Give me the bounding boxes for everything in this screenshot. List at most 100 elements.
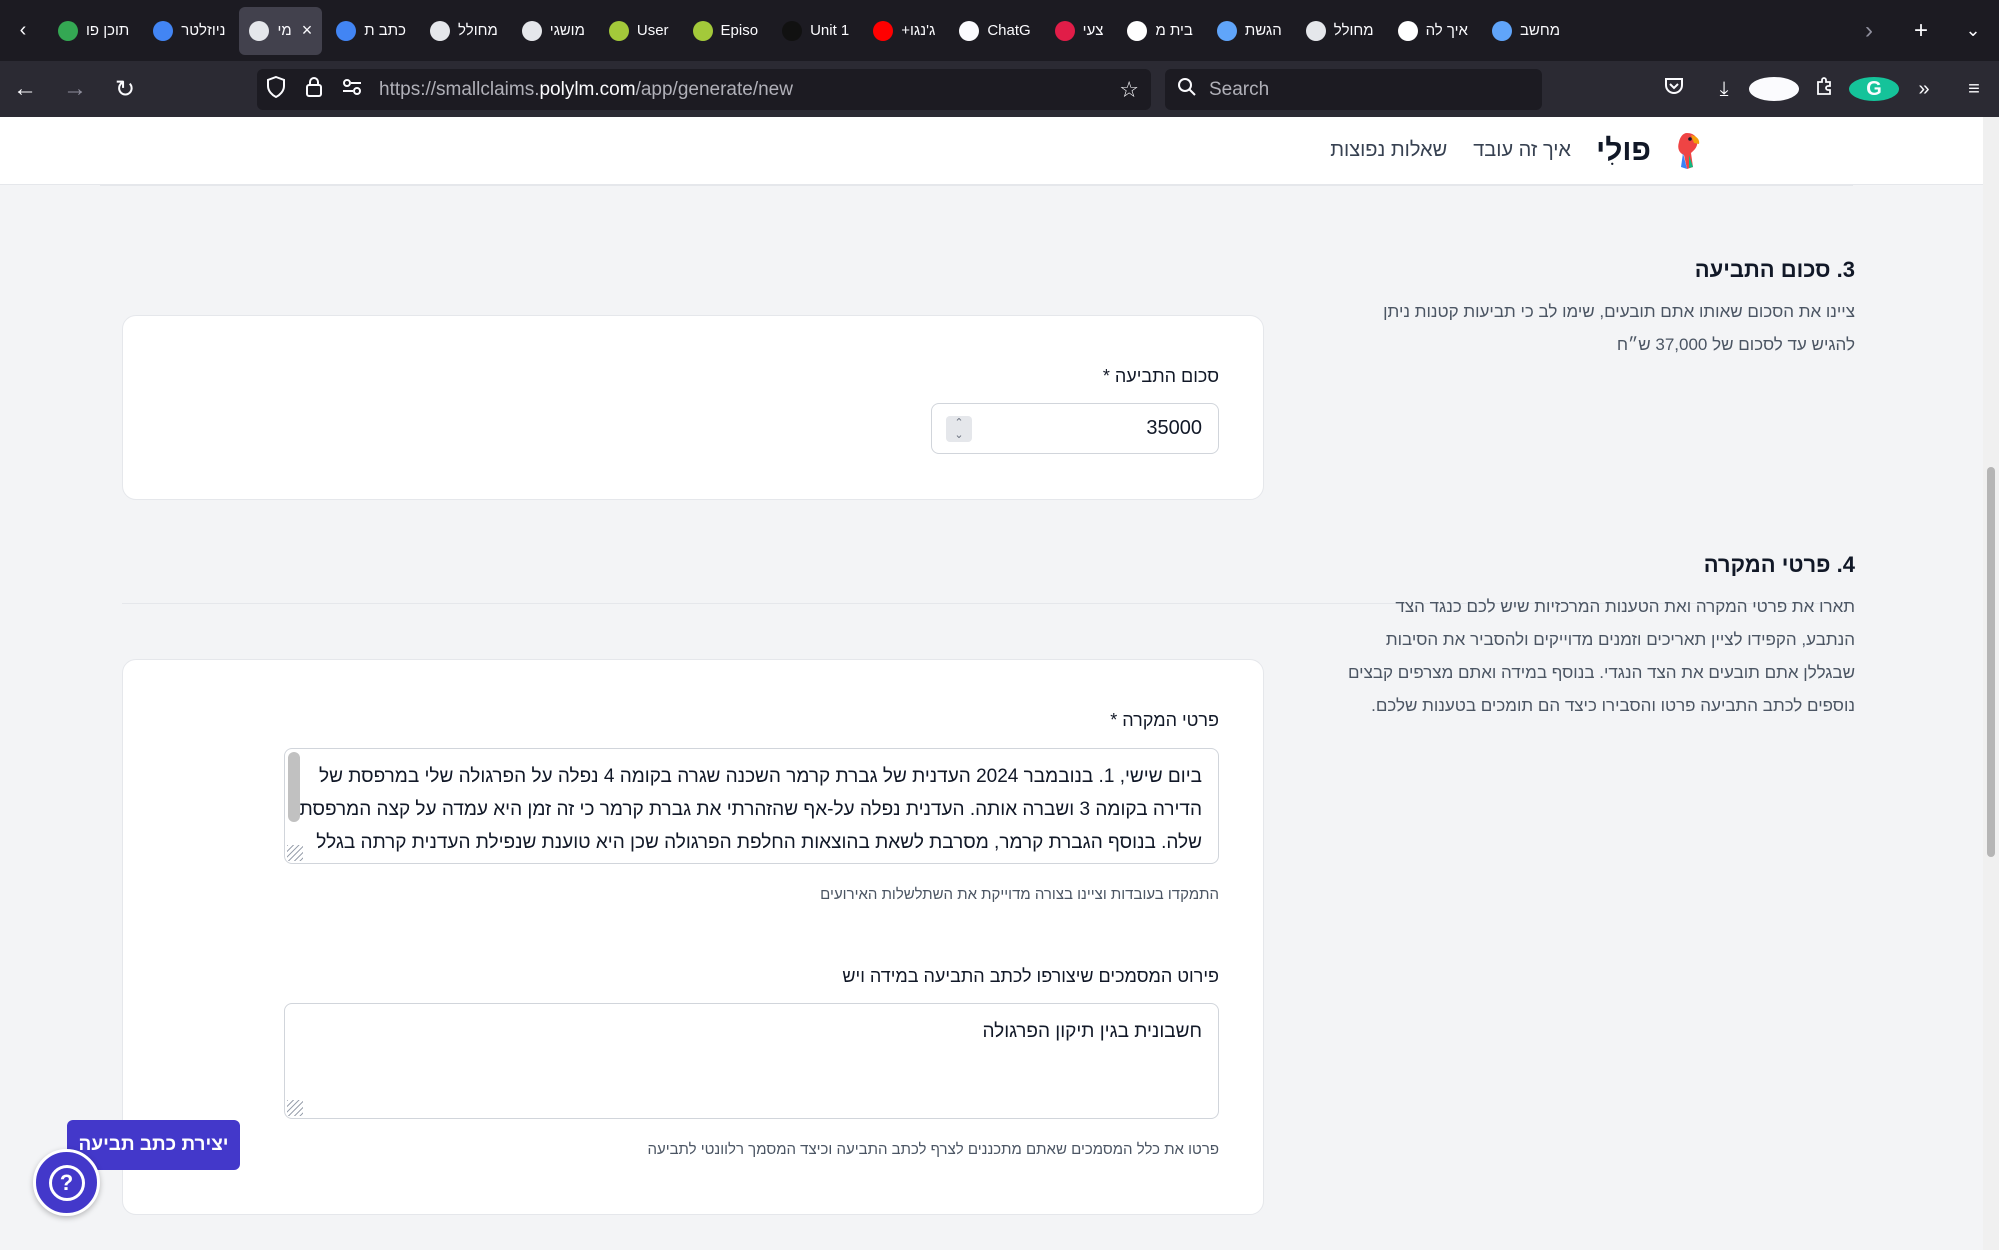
amount-input[interactable]: 35000 ⌃ ⌄: [931, 403, 1219, 454]
browser-tab[interactable]: בית מ: [1117, 7, 1202, 55]
cog-icon: [1491, 20, 1512, 41]
tab-title: ChatG: [987, 22, 1031, 39]
docs-icon: [336, 20, 357, 41]
account-avatar[interactable]: R: [1749, 77, 1799, 101]
browser-tab[interactable]: צעי: [1045, 7, 1114, 55]
documents-hint: פרטו את כלל המסמכים שאתם מתכננים לצרף לכ…: [647, 1141, 1219, 1158]
youtube-icon: [873, 20, 894, 41]
browser-tab[interactable]: כתב ת: [326, 7, 416, 55]
lock-icon[interactable]: [295, 76, 333, 103]
google-icon: [1397, 20, 1418, 41]
browser-tab-bar: ‹ תוכן פו ניוזלטר מי × כתב ת מחולל מושגי User Ep…: [0, 0, 1999, 61]
url-path: /app/generate/new: [635, 78, 793, 100]
browser-tab[interactable]: ChatG: [949, 7, 1040, 55]
case-details-line: שלה. בנוסף הגברת קרמר, מסרבת לשאת בהוצאו…: [316, 832, 1202, 853]
search-input[interactable]: Search: [1165, 69, 1542, 110]
amount-stepper-icon[interactable]: ⌃ ⌄: [946, 416, 972, 442]
tab-title: ג'נגו+: [901, 22, 936, 39]
tabs-scroll-left-icon[interactable]: ‹: [0, 0, 46, 61]
url-domain: polylm.com: [539, 78, 636, 100]
tab-title: כתב ת: [364, 22, 406, 39]
browser-tab[interactable]: Unit 1: [772, 7, 859, 55]
top-divider: [100, 185, 1853, 186]
help-button[interactable]: ?: [33, 1149, 100, 1216]
openai-icon: [959, 20, 980, 41]
case-details-panel: פרטי המקרה * ביום שישי, 1. בנובמבר 2024 …: [122, 659, 1264, 1215]
browser-tab[interactable]: מחולל: [420, 7, 508, 55]
check-icon: [1216, 20, 1237, 41]
tab-title: Unit 1: [810, 22, 850, 39]
downloads-icon[interactable]: ⤓: [1699, 78, 1749, 101]
case-details-line: הדירה בקומה 3 ושברה אותה. העדנית נפלה על…: [299, 799, 1202, 820]
parrot-logo-icon: [1678, 133, 1700, 169]
polly-icon: [429, 20, 450, 41]
section-4-desc-line: נוספים לכתב התביעה פרטו והסבירו כיצד הם …: [1371, 696, 1855, 715]
section-4-title: 4. פרטי המקרה: [1703, 552, 1855, 577]
permissions-icon[interactable]: [333, 78, 371, 101]
browser-tab[interactable]: User: [599, 7, 679, 55]
menu-icon[interactable]: ≡: [1949, 78, 1999, 101]
more-tools-icon[interactable]: »: [1899, 78, 1949, 101]
nav-faq[interactable]: שאלות נפוצות: [1330, 139, 1447, 162]
section-3-description: ציינו את הסכום שאותו אתם תובעים, שימו לב…: [1295, 295, 1855, 361]
section-4-desc-line: תארו את פרטי המקרה ואת הטענות המרכזיות ש…: [1395, 597, 1855, 616]
back-icon[interactable]: ←: [0, 61, 50, 117]
browser-tab[interactable]: מושגי: [512, 7, 595, 55]
tabs-scroll-right-icon[interactable]: ›: [1843, 17, 1895, 45]
book-icon: [782, 20, 803, 41]
wifi-icon: [692, 20, 713, 41]
wifi-icon: [608, 20, 629, 41]
forward-icon[interactable]: →: [50, 61, 100, 117]
page-scroll-thumb[interactable]: [1987, 467, 1995, 857]
polly-icon: [249, 20, 270, 41]
browser-tab[interactable]: ניוזלטר: [143, 7, 235, 55]
site-header: פולִי איך זה עובד שאלות נפוצות: [0, 117, 1983, 185]
browser-tab[interactable]: איך לה: [1388, 7, 1478, 55]
tab-title: Episo: [720, 22, 759, 39]
form-container: 3. סכום התביעה ציינו את הסכום שאותו אתם …: [100, 185, 1877, 1215]
browser-tab[interactable]: מי ×: [239, 6, 323, 55]
url-text[interactable]: https://smallclaims.polylm.com/app/gener…: [379, 79, 793, 101]
section-4-description: תארו את פרטי המקרה ואת הטענות המרכזיות ש…: [1295, 590, 1855, 722]
browser-tab[interactable]: מחשב: [1482, 7, 1570, 55]
brand[interactable]: פולִי: [1596, 131, 1703, 171]
nav-how-it-works[interactable]: איך זה עובד: [1473, 139, 1571, 162]
section-4-desc-line: שבגללן אתם תובעים את הצד הנגדי. בנוסף במ…: [1347, 663, 1855, 682]
page-scrollbar[interactable]: [1983, 117, 1999, 1250]
pocket-icon[interactable]: [1649, 77, 1699, 101]
site-nav: איך זה עובד שאלות נפוצות: [1330, 139, 1571, 162]
new-tab-icon[interactable]: +: [1895, 17, 1947, 45]
extensions-icon[interactable]: [1799, 76, 1849, 102]
browser-tab[interactable]: ג'נגו+: [863, 7, 945, 55]
case-details-textarea[interactable]: ביום שישי, 1. בנובמבר 2024 העדנית של גבר…: [284, 748, 1219, 864]
tab-title: User: [636, 22, 669, 39]
reload-icon[interactable]: ↻: [100, 61, 150, 117]
tab-title: הגשת: [1244, 22, 1282, 39]
bookmark-star-icon[interactable]: ☆: [1119, 77, 1139, 103]
resize-handle-icon[interactable]: [287, 845, 303, 861]
help-icon: ?: [48, 1164, 85, 1201]
bolt-icon: [1054, 20, 1075, 41]
textarea-scrollbar[interactable]: [288, 752, 300, 822]
grammarly-icon[interactable]: G: [1849, 77, 1899, 101]
polly-icon: [1305, 20, 1326, 41]
search-placeholder: Search: [1209, 78, 1270, 100]
tab-title: צעי: [1082, 22, 1104, 39]
url-prefix: https://smallclaims.: [379, 78, 540, 100]
close-tab-icon[interactable]: ×: [302, 20, 313, 41]
amount-panel: סכום התביעה * 35000 ⌃ ⌄: [122, 315, 1264, 500]
toolbar-actions: ⤓ R G » ≡: [1649, 61, 1999, 117]
browser-tab[interactable]: תוכן פו: [48, 7, 139, 55]
list-all-tabs-icon[interactable]: ⌄: [1947, 20, 1999, 41]
tab-title: מחולל: [457, 22, 498, 39]
resize-handle-icon[interactable]: [287, 1100, 303, 1116]
browser-tab[interactable]: הגשת: [1207, 7, 1292, 55]
tab-title: ניוזלטר: [181, 22, 226, 39]
shield-icon[interactable]: [257, 75, 295, 103]
tab-title: מחשב: [1519, 22, 1561, 39]
url-bar[interactable]: https://smallclaims.polylm.com/app/gener…: [257, 69, 1151, 110]
browser-tab[interactable]: מחולל: [1296, 7, 1384, 55]
browser-tab[interactable]: Episo: [683, 7, 769, 55]
documents-textarea[interactable]: חשבונית בגין תיקון הפרגולה: [284, 1003, 1219, 1119]
section-3-desc-line: להגיש עד לסכום של 37,000 ש״ח: [1616, 335, 1855, 354]
